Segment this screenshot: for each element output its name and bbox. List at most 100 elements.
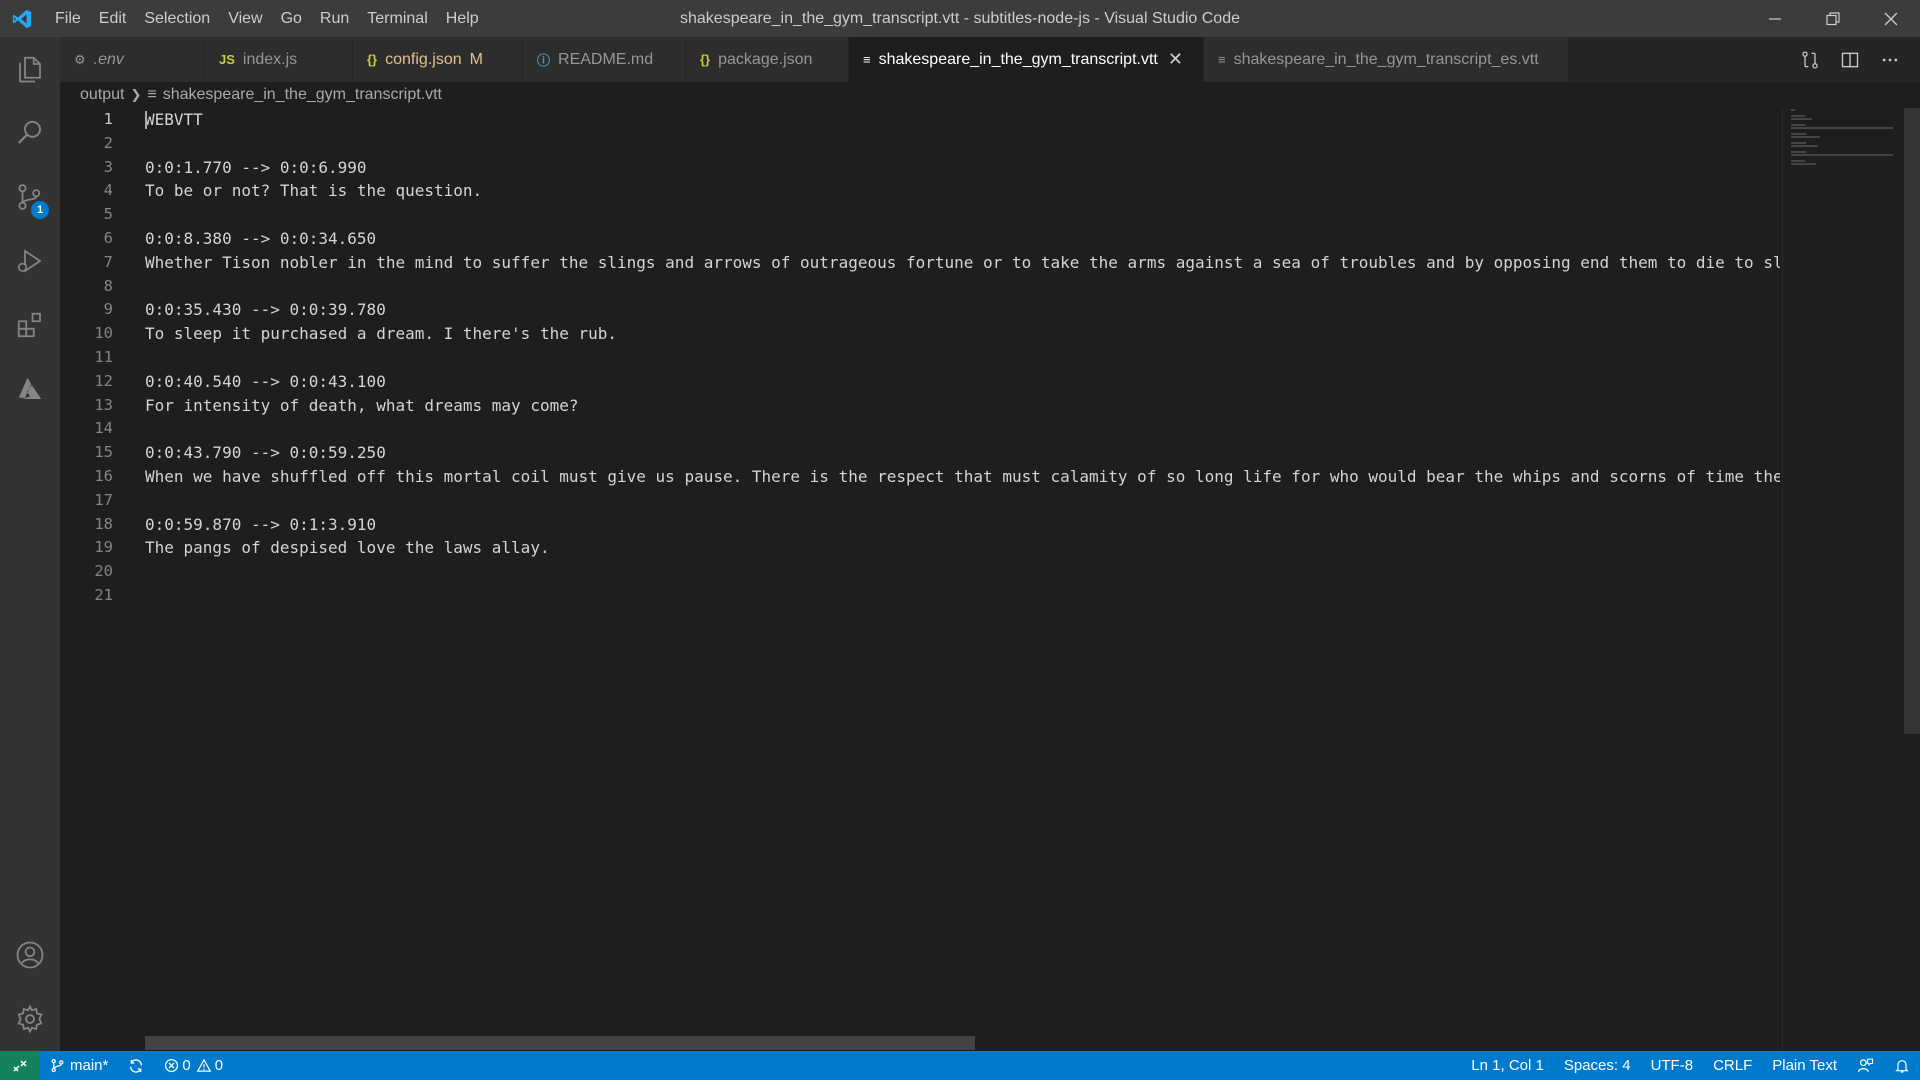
azure-button[interactable] bbox=[0, 357, 60, 421]
menu-terminal[interactable]: Terminal bbox=[358, 0, 436, 37]
menu-help[interactable]: Help bbox=[437, 0, 488, 37]
code-line[interactable] bbox=[145, 489, 1780, 513]
tab-env[interactable]: ⚙ .env bbox=[60, 37, 205, 82]
minimap-line bbox=[1791, 160, 1806, 162]
feedback-button[interactable] bbox=[1847, 1051, 1884, 1080]
problems-status[interactable]: 0 0 bbox=[154, 1051, 233, 1080]
code-line[interactable]: When we have shuffled off this mortal co… bbox=[145, 465, 1780, 489]
line-number: 6 bbox=[103, 228, 113, 247]
menu-edit[interactable]: Edit bbox=[90, 0, 136, 37]
encoding-status[interactable]: UTF-8 bbox=[1641, 1051, 1704, 1080]
code-line[interactable]: 0:0:43.790 --> 0:0:59.250 bbox=[145, 441, 1780, 465]
line-number: 2 bbox=[103, 133, 113, 152]
horizontal-scrollbar[interactable] bbox=[145, 1036, 975, 1050]
restore-button[interactable] bbox=[1804, 0, 1862, 37]
code-line[interactable] bbox=[145, 417, 1780, 441]
menu-go[interactable]: Go bbox=[272, 0, 311, 37]
minimap-line bbox=[1791, 133, 1806, 135]
manage-button[interactable] bbox=[0, 987, 60, 1051]
more-actions-button[interactable] bbox=[1870, 37, 1910, 82]
code-line[interactable]: For intensity of death, what dreams may … bbox=[145, 394, 1780, 418]
code-line[interactable] bbox=[145, 275, 1780, 299]
minimap-line bbox=[1791, 115, 1805, 117]
split-editor-button[interactable] bbox=[1830, 37, 1870, 82]
eol-status[interactable]: CRLF bbox=[1703, 1051, 1762, 1080]
code-line[interactable]: WEBVTT bbox=[145, 108, 1780, 132]
code-content[interactable]: WEBVTT 0:0:1.770 --> 0:0:6.990 To be or no… bbox=[145, 108, 1780, 608]
editor-actions bbox=[1790, 37, 1920, 82]
code-line[interactable]: To be or not? That is the question. bbox=[145, 179, 1780, 203]
search-button[interactable] bbox=[0, 101, 60, 165]
close-icon bbox=[1884, 12, 1898, 25]
menu-view[interactable]: View bbox=[219, 0, 271, 37]
source-control-button[interactable]: 1 bbox=[0, 165, 60, 229]
code-line[interactable]: 0:0:8.380 --> 0:0:34.650 bbox=[145, 227, 1780, 251]
tab-readme-md[interactable]: ⓘ README.md bbox=[523, 37, 686, 82]
minimap[interactable] bbox=[1782, 108, 1904, 1051]
minimap-line bbox=[1791, 118, 1812, 120]
line-number: 18 bbox=[94, 514, 113, 533]
tab-package-json[interactable]: {} package.json bbox=[686, 37, 849, 82]
code-line[interactable] bbox=[145, 584, 1780, 608]
explorer-button[interactable] bbox=[0, 37, 60, 101]
tab-shakespeare-in-the-gym-transcript-vtt[interactable]: ≡ shakespeare_in_the_gym_transcript.vtt ✕ bbox=[849, 37, 1204, 82]
close-tab-icon[interactable]: ✕ bbox=[1168, 49, 1183, 70]
file-type-icon: ⓘ bbox=[537, 53, 551, 68]
extensions-button[interactable] bbox=[0, 293, 60, 357]
menu-file[interactable]: File bbox=[46, 0, 90, 37]
code-line[interactable] bbox=[145, 346, 1780, 370]
line-number: 5 bbox=[103, 205, 113, 224]
minimize-button[interactable] bbox=[1746, 0, 1804, 37]
tab-shakespeare-in-the-gym-transcript-es-vtt[interactable]: ≡ shakespeare_in_the_gym_transcript_es.vt… bbox=[1204, 37, 1569, 82]
split-editor-icon bbox=[1841, 52, 1859, 67]
code-line[interactable]: 0:0:1.770 --> 0:0:6.990 bbox=[145, 156, 1780, 180]
code-line[interactable] bbox=[145, 560, 1780, 584]
breadcrumb: output ❯ ≡ shakespeare_in_the_gym_transc… bbox=[60, 82, 1920, 108]
feedback-icon bbox=[1857, 1058, 1874, 1073]
file-type-icon: ≡ bbox=[1218, 52, 1226, 67]
minimap-line bbox=[1791, 142, 1806, 144]
file-lines-icon: ≡ bbox=[147, 86, 157, 103]
line-number: 11 bbox=[94, 347, 113, 366]
vertical-scrollbar-thumb[interactable] bbox=[1904, 108, 1920, 734]
code-line[interactable]: 0:0:40.540 --> 0:0:43.100 bbox=[145, 370, 1780, 394]
code-line[interactable] bbox=[145, 203, 1780, 227]
file-type-icon: {} bbox=[367, 52, 378, 67]
editor-area[interactable]: 1 2 3 4 5 6 7 8 9 10 11 12 13 14 15 16 17 18 19 20 21 WEBVTT… bbox=[60, 108, 1782, 1043]
notifications-button[interactable] bbox=[1884, 1051, 1920, 1080]
error-icon bbox=[165, 1058, 179, 1073]
line-number: 3 bbox=[103, 157, 113, 176]
tab-label: .env bbox=[93, 50, 124, 68]
indentation-status[interactable]: Spaces: 4 bbox=[1554, 1051, 1641, 1080]
account-button[interactable] bbox=[0, 923, 60, 987]
tab-index-js[interactable]: JS index.js bbox=[205, 37, 353, 82]
code-line[interactable]: To sleep it purchased a dream. I there's… bbox=[145, 322, 1780, 346]
vertical-scrollbar[interactable] bbox=[1904, 108, 1920, 1051]
menu-run[interactable]: Run bbox=[311, 0, 358, 37]
code-line[interactable]: Whether Tison nobler in the mind to suff… bbox=[145, 251, 1780, 275]
warning-count: 0 bbox=[214, 1057, 224, 1074]
language-mode[interactable]: Plain Text bbox=[1762, 1051, 1847, 1080]
tab-label: package.json bbox=[718, 50, 813, 68]
breadcrumb-file[interactable]: shakespeare_in_the_gym_transcript.vtt bbox=[163, 86, 442, 104]
breadcrumb-folder[interactable]: output bbox=[80, 86, 124, 104]
code-line[interactable]: The pangs of despised love the laws alla… bbox=[145, 536, 1780, 560]
line-number: 21 bbox=[94, 585, 113, 604]
remote-indicator-button[interactable] bbox=[0, 1051, 40, 1080]
code-line[interactable] bbox=[145, 132, 1780, 156]
code-line[interactable]: 0:0:59.870 --> 0:1:3.910 bbox=[145, 513, 1780, 537]
sync-button[interactable] bbox=[118, 1051, 154, 1080]
code-line[interactable]: 0:0:35.430 --> 0:0:39.780 bbox=[145, 298, 1780, 322]
menu-selection[interactable]: Selection bbox=[135, 0, 219, 37]
branch-status[interactable]: main* bbox=[40, 1051, 118, 1080]
file-type-icon: {} bbox=[700, 52, 711, 67]
cursor-position[interactable]: Ln 1, Col 1 bbox=[1461, 1051, 1554, 1080]
close-window-button[interactable] bbox=[1862, 0, 1920, 37]
tab-config-json[interactable]: {} config.json M bbox=[353, 37, 523, 82]
modified-badge: M bbox=[469, 50, 483, 68]
run-debug-button[interactable] bbox=[0, 229, 60, 293]
account-icon bbox=[16, 941, 44, 969]
file-type-icon: ≡ bbox=[863, 52, 871, 67]
open-changes-button[interactable] bbox=[1790, 37, 1830, 82]
chevron-right-icon: ❯ bbox=[130, 87, 142, 102]
